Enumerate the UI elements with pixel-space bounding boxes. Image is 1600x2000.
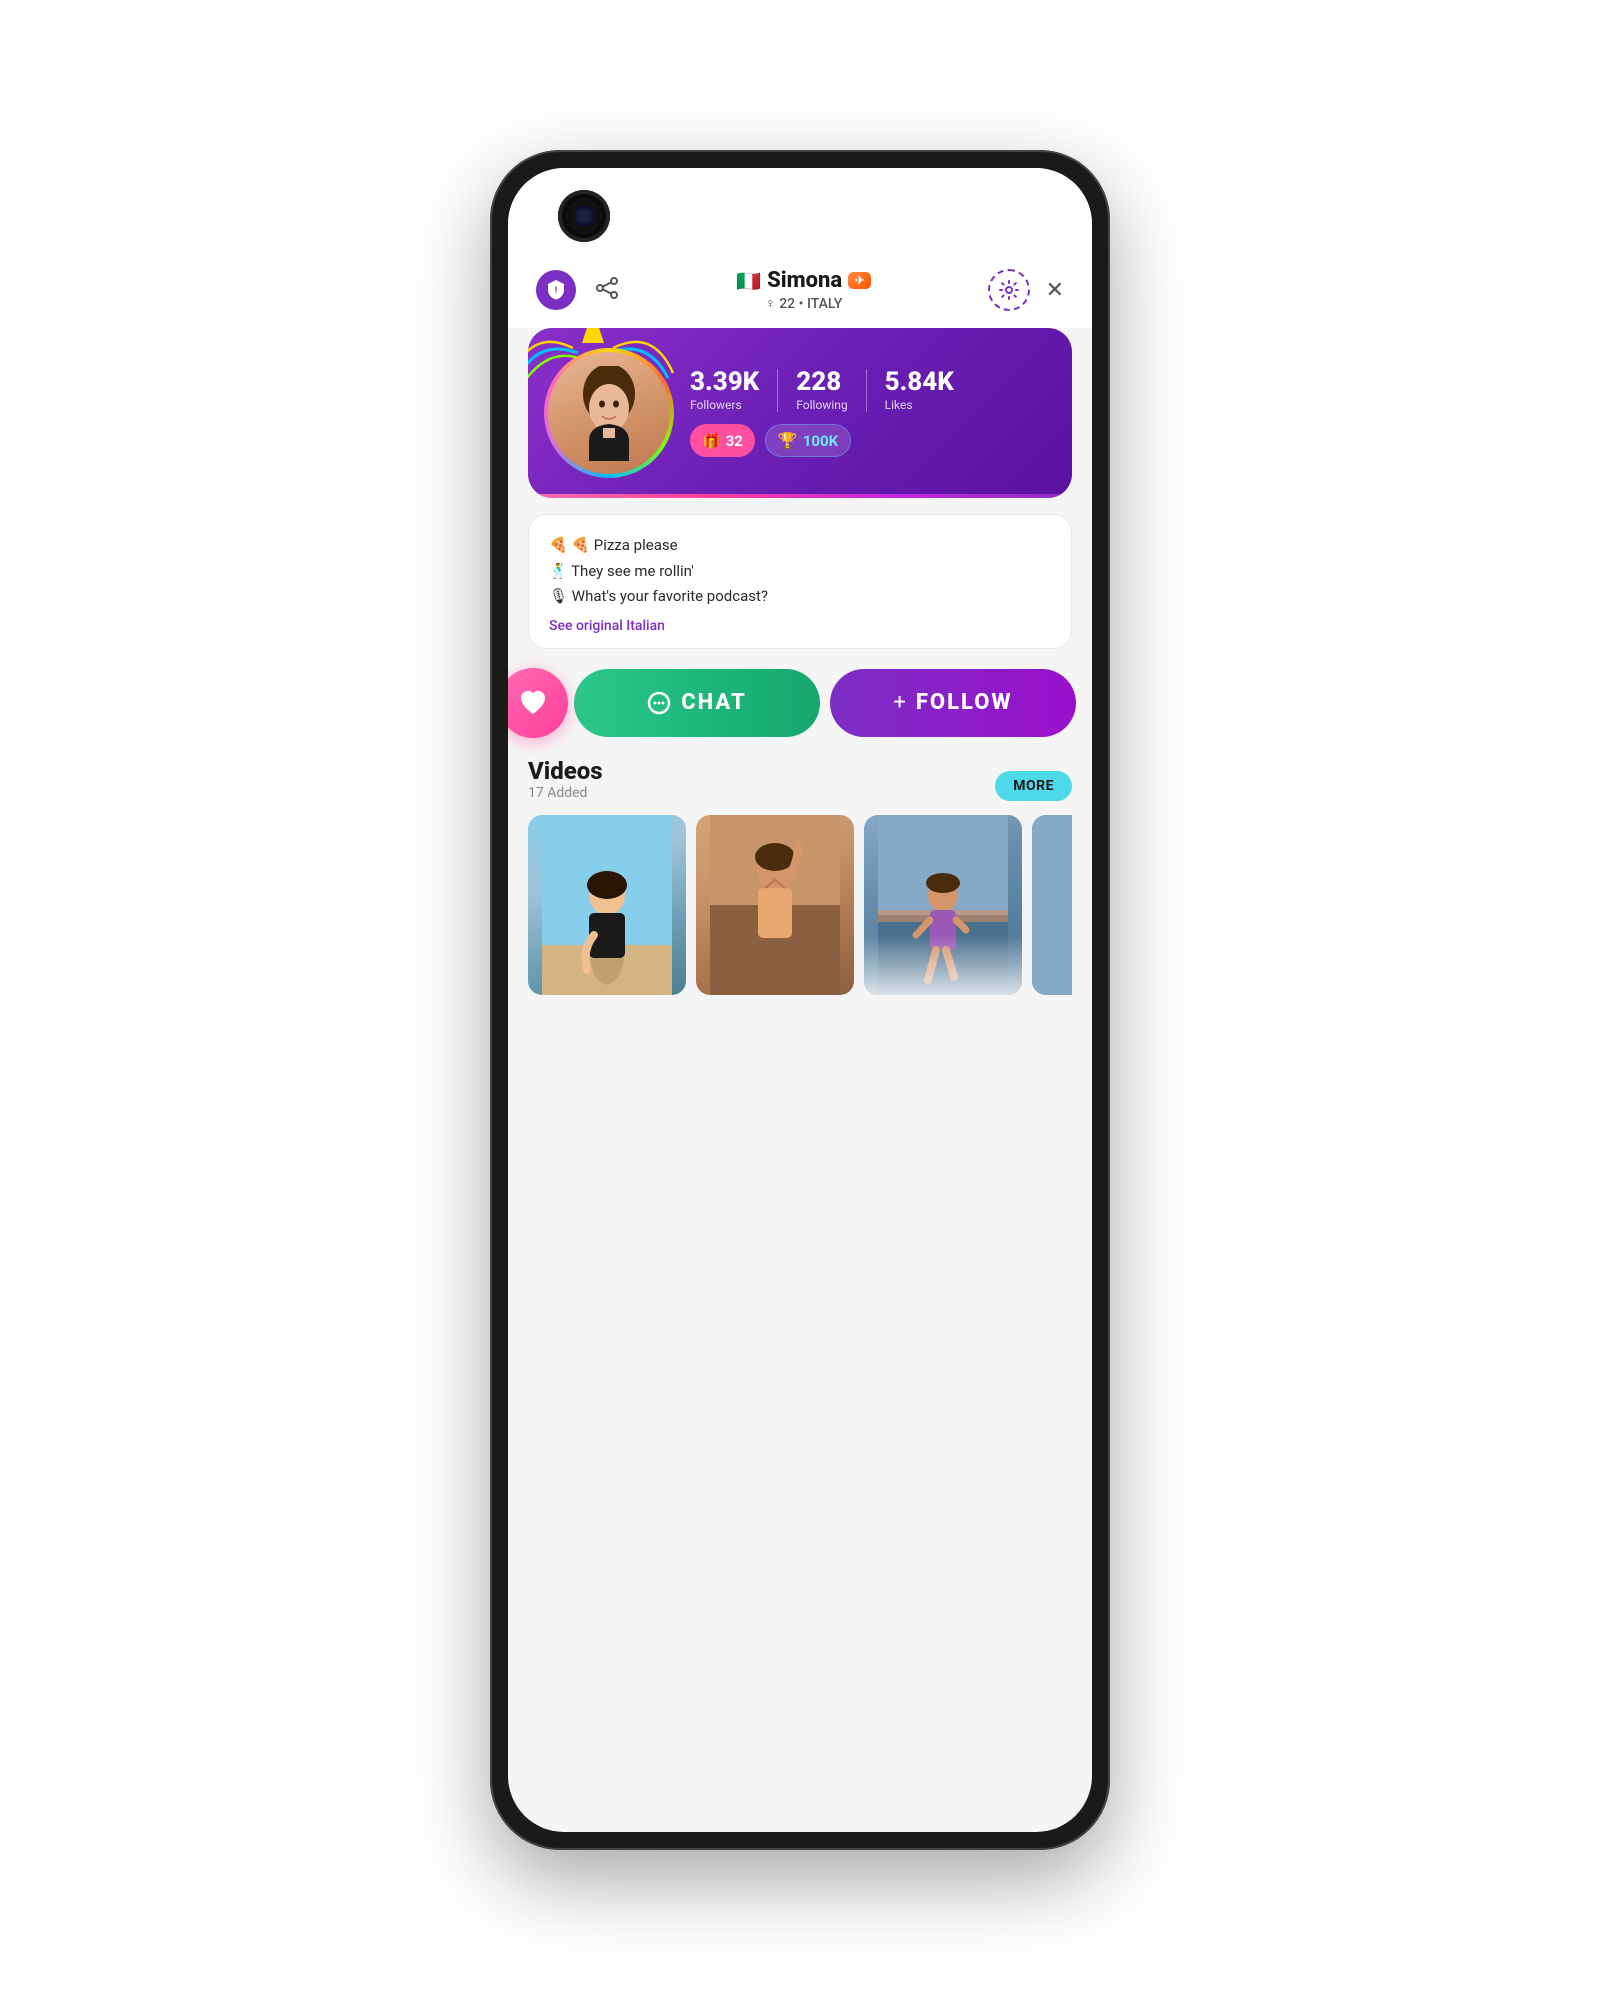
video-thumb-2[interactable] [696,815,854,995]
video-thumb-1[interactable] [528,815,686,995]
videos-title: Videos [528,757,603,785]
likes-label: Likes [885,398,913,412]
bio-line-2: 🕺 They see me rollin' [549,559,1051,585]
profile-header: ! 🇮🇹 Simona ✈ [508,258,1092,328]
following-label: Following [796,398,847,412]
followers-value: 3.39K [690,369,759,395]
thumb-gradient [864,935,1022,995]
gift-icon: 🎁 [702,432,721,450]
phone-frame: ! 🇮🇹 Simona ✈ [490,150,1110,1850]
profile-banner: 3.39K Followers 228 Following 5.84K Like… [528,328,1072,498]
video-thumb-1-img [528,815,686,995]
video-thumb-4-img [1032,815,1072,995]
settings-button[interactable] [988,269,1030,311]
video-thumb-3[interactable] [864,815,1022,995]
phone-screen: ! 🇮🇹 Simona ✈ [508,168,1092,1832]
buttons-wrapper: CHAT + FOLLOW [508,669,1092,737]
stats-section: 3.39K Followers 228 Following 5.84K Like… [690,369,1050,457]
video-thumb-4-partial[interactable] [1032,815,1072,995]
bio-box: 🍕 🍕 Pizza please 🕺 They see me rollin' 🎙… [528,514,1072,649]
videos-title-area: Videos 17 Added [528,757,603,801]
videos-section: Videos 17 Added MORE [528,757,1072,995]
action-buttons-area: CHAT + FOLLOW [508,669,1092,737]
gifts-count: 32 [726,432,743,450]
chat-icon [647,691,671,715]
chat-label: CHAT [681,690,746,715]
close-button[interactable]: ✕ [1046,278,1064,303]
share-icon [596,277,620,299]
header-right-actions: ✕ [988,269,1064,311]
followers-label: Followers [690,398,742,412]
score-icon: 🏆 [778,431,798,450]
profile-gender-age: ♀ 22 • ITALY [620,295,988,312]
header-left-actions: ! [536,270,620,310]
avatar-frame [544,348,674,478]
svg-text:!: ! [555,286,557,296]
follow-label: FOLLOW [916,690,1013,715]
followers-stat[interactable]: 3.39K Followers [690,369,777,412]
videos-header: Videos 17 Added MORE [528,757,1072,801]
shield-button[interactable]: ! [536,270,576,310]
likes-stat[interactable]: 5.84K Likes [866,369,972,412]
following-stat[interactable]: 228 Following [777,369,865,412]
shield-icon: ! [546,279,566,301]
bio-line-1: 🍕 🍕 Pizza please [549,533,1051,559]
profile-name-row: 🇮🇹 Simona ✈ [620,268,988,293]
profile-title-area: 🇮🇹 Simona ✈ ♀ 22 • ITALY [620,268,988,312]
heart-icon [518,689,548,717]
stats-row: 3.39K Followers 228 Following 5.84K Like… [690,369,1050,412]
gear-icon [999,280,1019,300]
score-value: 100K [803,432,838,450]
share-button[interactable] [596,277,620,303]
camera-notch [558,190,610,242]
likes-value: 5.84K [885,369,954,395]
following-value: 228 [796,369,841,395]
video-grid [528,815,1072,995]
bio-line-3: 🎙 What's your favorite podcast? [549,584,1051,610]
follow-plus: + [893,690,907,715]
chat-button[interactable]: CHAT [574,669,820,737]
translate-button[interactable]: See original Italian [549,618,1051,634]
flag-emoji: 🇮🇹 [736,269,761,293]
profile-name: Simona [767,268,842,293]
videos-count: 17 Added [528,785,603,801]
avatar-person [569,366,649,461]
video-thumb-2-img [696,815,854,995]
follow-button[interactable]: + FOLLOW [830,669,1076,737]
score-badge[interactable]: 🏆 100K [765,424,851,457]
avatar-image [548,352,670,474]
more-button[interactable]: MORE [995,771,1072,801]
verified-badge: ✈ [848,272,871,289]
gifts-badge[interactable]: 🎁 32 [690,424,755,457]
badges-row: 🎁 32 🏆 100K [690,424,1050,457]
